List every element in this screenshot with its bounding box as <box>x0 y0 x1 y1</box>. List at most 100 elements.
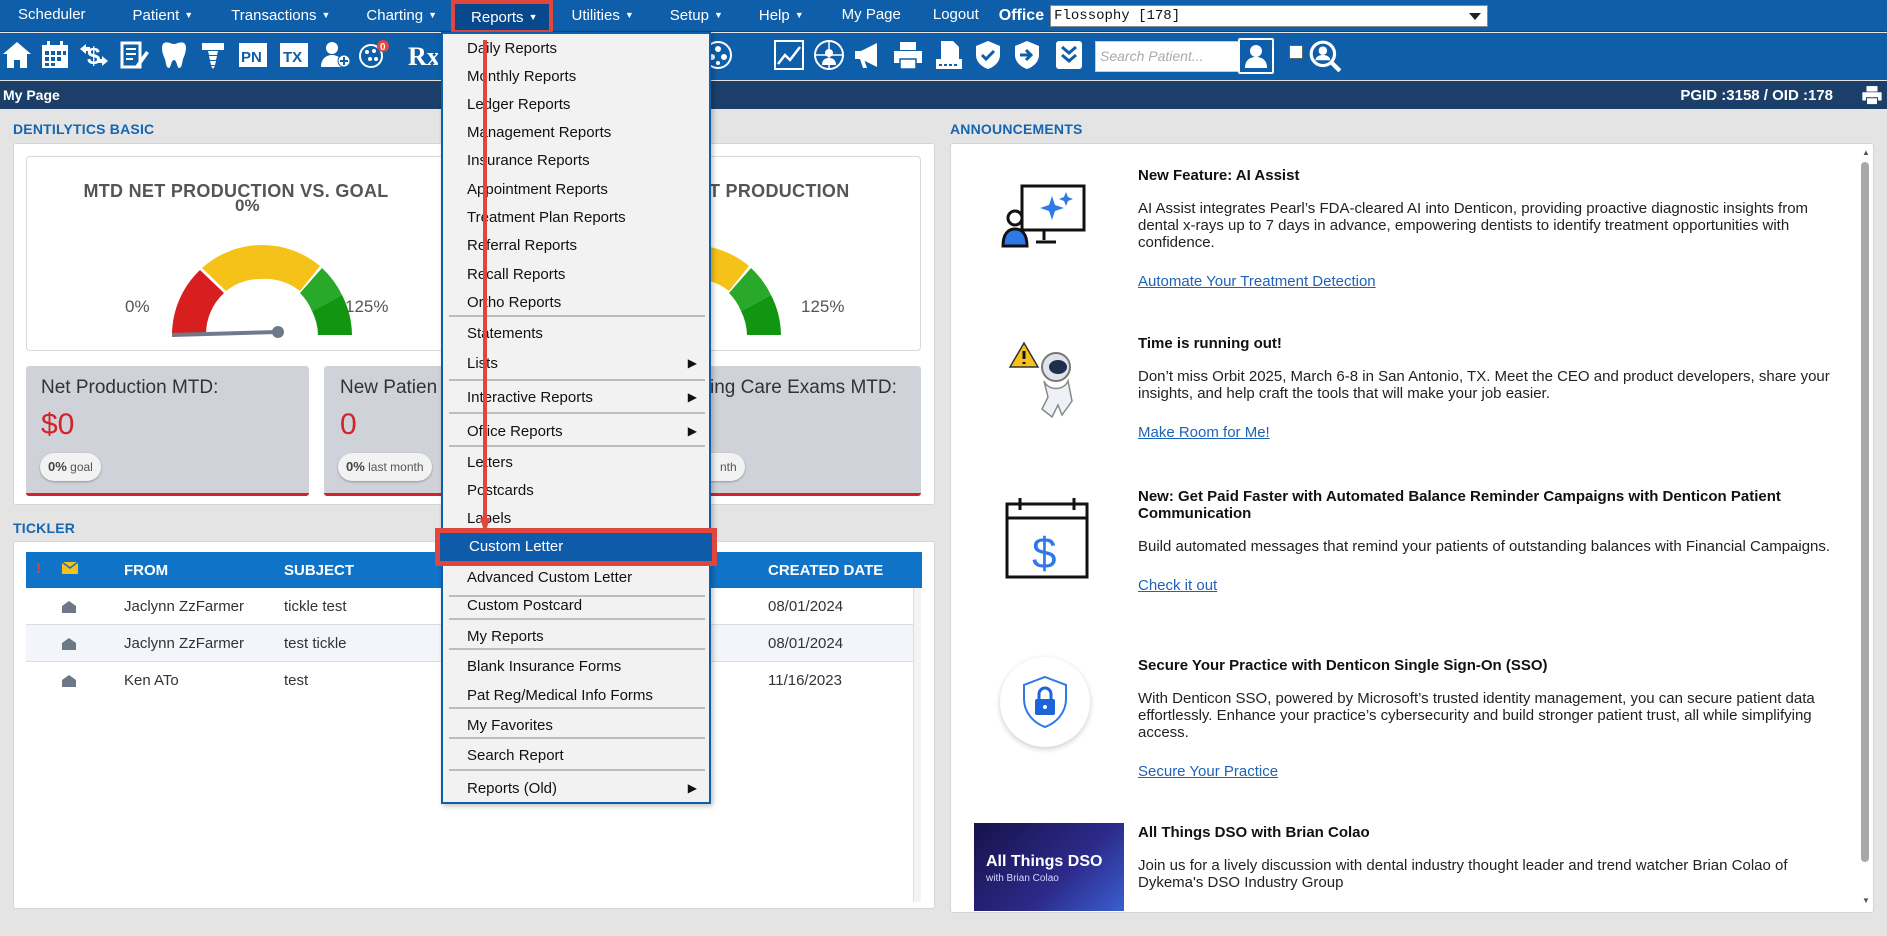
kpi-pill-pct: 0% <box>48 459 67 474</box>
menu-item-label: Custom Postcard <box>467 597 583 614</box>
tickler-from: Ken ATo <box>124 672 179 689</box>
caret-down-icon: ▼ <box>428 9 438 20</box>
tooth-icon[interactable] <box>157 38 191 72</box>
menu-item-advanced-custom-letter[interactable]: Advanced Custom Letter <box>443 564 709 591</box>
nav-label: Patient <box>132 6 180 24</box>
announcement-body: AI Assist integrates Pearl’s FDA-cleared… <box>1138 200 1809 251</box>
page-title: My Page <box>3 87 60 103</box>
add-patient-icon[interactable] <box>318 38 352 72</box>
caret-down-icon: ▼ <box>794 9 804 20</box>
family-search-icon[interactable] <box>1308 39 1342 76</box>
home-icon[interactable] <box>0 38 34 72</box>
announcement-title: Time is running out! <box>1138 335 1282 352</box>
menu-item-custom-letter[interactable]: Custom Letter <box>435 528 717 566</box>
office-select-value: Flossophy [178] <box>1054 7 1181 24</box>
announcement-item: All Things DSO with Brian Colao Join us … <box>1138 824 1838 891</box>
menu-item-search-report[interactable]: Search Report <box>443 742 709 769</box>
shield-check-icon[interactable] <box>971 38 1005 72</box>
toolbar-checkbox[interactable] <box>1289 45 1303 59</box>
dso-podcast-banner[interactable]: All Things DSO with Brian Colao <box>974 823 1124 911</box>
printer-icon[interactable] <box>891 38 925 72</box>
menu-item-blank-insurance-forms[interactable]: Blank Insurance Forms <box>443 653 709 680</box>
tickler-scrollbar[interactable] <box>913 588 921 902</box>
calendar-dollar-icon: $ <box>1004 496 1090 583</box>
kpi-pill: 0% last month <box>338 453 432 481</box>
announcement-link[interactable]: Check it out <box>1138 577 1217 594</box>
net-production-gauge-card: MTD NET PRODUCTION VS. GOAL 0% 0% 125% <box>26 156 446 351</box>
shield-arrow-icon[interactable] <box>1010 38 1044 72</box>
tickler-from: Jaclynn ZzFarmer <box>124 635 245 652</box>
collapse-down-icon[interactable] <box>1052 38 1086 72</box>
announcement-body: Build automated messages that remind you… <box>1138 538 1831 555</box>
menu-item-custom-postcard[interactable]: Custom Postcard <box>443 592 709 619</box>
chart-pencil-icon[interactable] <box>117 38 151 72</box>
nav-charting[interactable]: Charting ▼ <box>330 0 437 32</box>
prescription-icon[interactable]: Rx <box>405 38 439 72</box>
scroll-up-icon[interactable]: ▲ <box>1862 148 1870 157</box>
scroll-down-icon[interactable]: ▼ <box>1862 896 1870 905</box>
nav-label: Reports <box>471 8 524 26</box>
megaphone-icon[interactable] <box>851 38 885 72</box>
patient-search-button[interactable] <box>1238 38 1274 74</box>
progress-notes-icon[interactable]: PN <box>236 38 270 72</box>
astronaut-warning-icon <box>1004 337 1084 430</box>
menu-item-my-favorites[interactable]: My Favorites <box>443 712 709 739</box>
treatment-icon[interactable]: TX <box>277 38 311 72</box>
nav-label: Transactions <box>231 6 317 24</box>
nav-transactions[interactable]: Transactions ▼ <box>193 0 330 32</box>
announcement-title: All Things DSO with Brian Colao <box>1138 824 1370 841</box>
nav-patient[interactable]: Patient ▼ <box>86 0 194 32</box>
menu-item-reports-old[interactable]: Reports (Old) ▶ <box>443 775 709 802</box>
nav-logout[interactable]: Logout <box>901 0 979 32</box>
gauge-min-label: 0% <box>125 297 150 316</box>
notifications-icon[interactable]: 0 <box>357 38 391 72</box>
kpi-net-production: Net Production MTD: $0 0% goal <box>26 366 309 496</box>
col-from[interactable]: FROM <box>124 562 168 579</box>
nav-setup[interactable]: Setup ▼ <box>634 0 723 32</box>
caret-down-icon: ▼ <box>713 9 723 20</box>
announcement-title: Secure Your Practice with Denticon Singl… <box>1138 657 1548 674</box>
col-subject[interactable]: SUBJECT <box>284 562 354 579</box>
announcement-link[interactable]: Make Room for Me! <box>1138 424 1270 441</box>
caret-down-icon: ▼ <box>184 9 194 20</box>
nav-scheduler[interactable]: Scheduler <box>0 0 86 32</box>
announcements-scrollbar[interactable]: ▲ ▼ <box>1858 148 1874 910</box>
menu-item-label: Statements <box>467 325 543 342</box>
nav-help[interactable]: Help ▼ <box>723 0 804 32</box>
top-navigation: Scheduler Patient ▼ Transactions ▼ Chartin… <box>0 0 1887 34</box>
submenu-arrow-icon: ▶ <box>687 781 697 795</box>
menu-item-label: Search Report <box>467 747 564 764</box>
scrollbar-thumb[interactable] <box>1861 162 1869 862</box>
office-select[interactable]: Flossophy [178] <box>1050 4 1489 27</box>
print-page-icon[interactable] <box>1861 84 1883 109</box>
nav-utilities[interactable]: Utilities ▼ <box>559 0 633 32</box>
global-users-icon[interactable] <box>812 38 846 72</box>
calendar-icon[interactable] <box>38 38 72 72</box>
menu-item-pat-reg-medical-info-forms[interactable]: Pat Reg/Medical Info Forms <box>443 682 709 709</box>
tickler-created: 08/01/2024 <box>768 598 844 615</box>
col-created-date[interactable]: CREATED DATE <box>768 562 883 579</box>
announcement-link[interactable]: Secure Your Practice <box>1138 763 1278 780</box>
caret-down-icon: ▼ <box>321 9 331 20</box>
implant-icon[interactable] <box>196 38 230 72</box>
search-patient-input[interactable]: Search Patient... <box>1095 41 1240 72</box>
nav-label: Setup <box>669 6 709 24</box>
menu-separator <box>449 769 705 771</box>
open-envelope-icon <box>62 600 76 617</box>
gauge-chart <box>171 244 352 338</box>
announcement-item: New Feature: AI Assist AI Assist integra… <box>1138 167 1838 290</box>
priority-flag-icon: ! <box>36 560 41 577</box>
fax-icon[interactable] <box>932 38 966 72</box>
tickler-subject: tickle test <box>284 598 347 615</box>
nav-my-page[interactable]: My Page <box>804 0 901 32</box>
announcement-body: Join us for a lively discussion with den… <box>1138 857 1788 891</box>
dentilytics-heading: DENTILYTICS BASIC <box>13 121 155 137</box>
announcement-link[interactable]: Automate Your Treatment Detection <box>1138 273 1376 290</box>
dollar-swap-icon[interactable]: $ <box>77 38 111 72</box>
nav-reports[interactable]: Reports ▼ <box>451 0 554 34</box>
svg-text:PN: PN <box>241 49 262 66</box>
menu-item-label: My Reports <box>467 628 544 645</box>
line-chart-icon[interactable] <box>772 38 806 72</box>
menu-item-my-reports[interactable]: My Reports <box>443 623 709 650</box>
svg-text:Rx: Rx <box>408 42 438 71</box>
